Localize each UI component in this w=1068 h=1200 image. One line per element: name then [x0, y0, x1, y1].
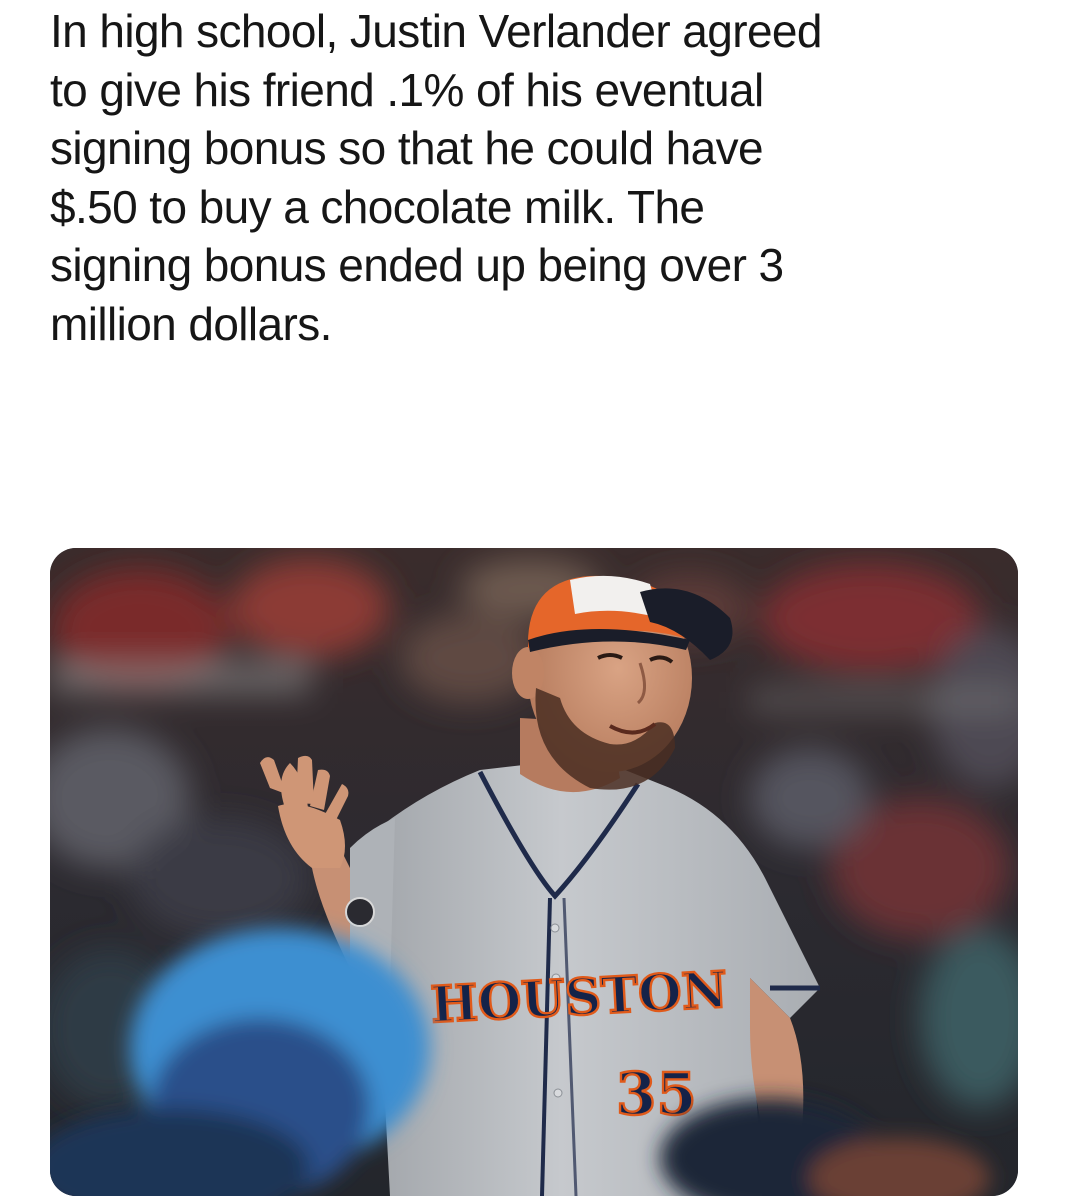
baseball-player-illustration: HOUSTON 35	[50, 548, 1018, 1196]
post-text-line-5: signing bonus ended up being over 3	[50, 239, 784, 292]
post-photo[interactable]: HOUSTON 35	[50, 548, 1018, 1196]
post-text-line-1: In high school, Justin Verlander agreed	[50, 5, 823, 57]
post-text-line-2: to give his friend .1% of his eventual	[50, 63, 764, 116]
post-text-line-3: signing bonus so that he could have	[50, 122, 764, 175]
post-text-line-6: million dollars.	[50, 297, 332, 350]
post-text-line-4: $.50 to buy a chocolate milk. The	[50, 180, 705, 233]
post-text: In high school, Justin Verlander agreed …	[50, 2, 1040, 354]
jersey-number-text: 35	[616, 1060, 697, 1128]
